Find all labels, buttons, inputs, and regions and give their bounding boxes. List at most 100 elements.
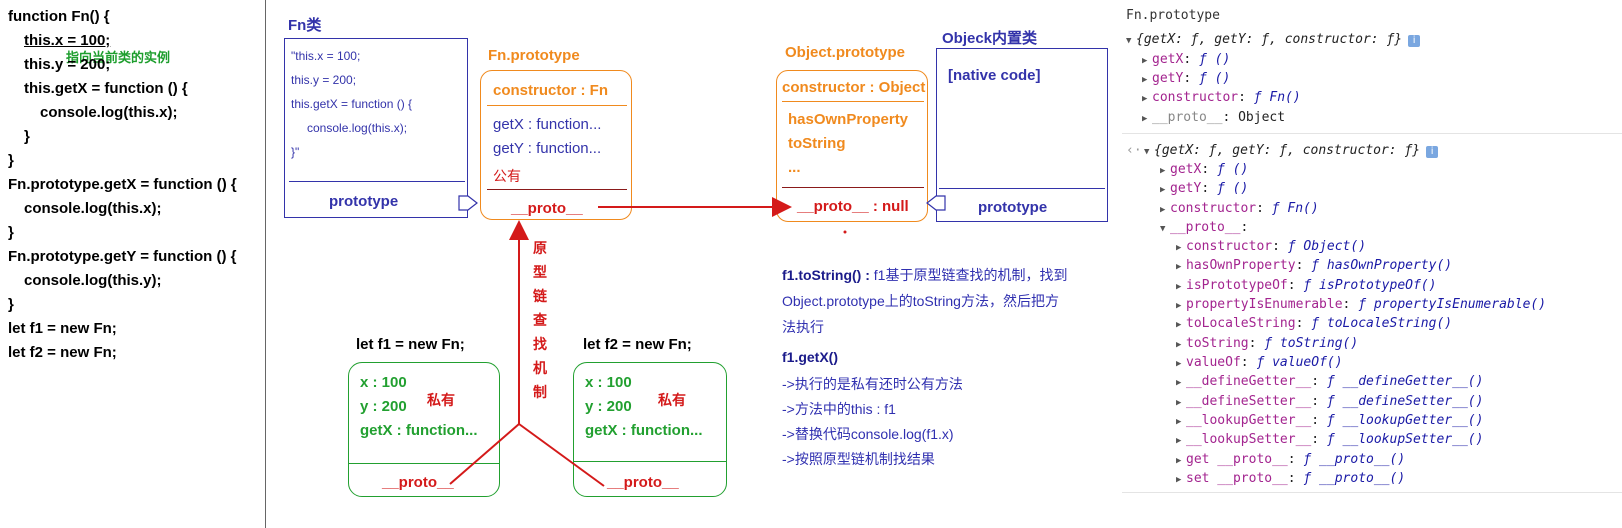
console-prop-row[interactable]: ▶ __defineGetter__: ƒ __defineGetter__() [1176,374,1483,389]
prop-key: isPrototypeOf [1186,278,1288,293]
prop-key: constructor [1170,201,1257,216]
console-prop-row[interactable]: ▶ toString: ƒ toString() [1176,336,1358,351]
fn-prototype-pointer [458,195,478,211]
console-prop-row[interactable]: ▶ getX: ƒ () [1142,52,1230,67]
triangle-down-icon[interactable]: ▼ [1160,224,1170,234]
triangle-down-icon[interactable]: ▼ [1126,36,1136,46]
console-input: Fn.prototype [1126,8,1220,23]
prop-value: ƒ toString() [1264,336,1359,351]
tostring-note-title: f1.toString() : [782,267,874,283]
console-prop-row[interactable]: ▼ __proto__: [1160,220,1248,235]
console-object-summary[interactable]: ▼ {getX: ƒ, getY: ƒ, constructor: ƒ} i [1126,32,1421,47]
getx-step: ->替换代码console.log(f1.x) [782,426,954,442]
tostring-note: f1.toString() : f1基于原型链查找的机制，找到 [782,265,1067,285]
tostring-note-text: f1基于原型链查找的机制，找到 [873,267,1068,283]
prop-key: __proto__ [1152,110,1223,125]
prop-value: ƒ () [1216,162,1249,177]
console-prop-row[interactable]: ▶ get __proto__: ƒ __proto__() [1176,452,1405,467]
console-prop-row[interactable]: ▶ getX: ƒ () [1160,162,1248,177]
triangle-right-icon[interactable]: ▶ [1142,94,1152,104]
prop-value: ƒ isPrototypeOf() [1303,278,1437,293]
console-prop-row[interactable]: ▶ getY: ƒ () [1142,71,1230,86]
console-prop-row[interactable]: ▶ hasOwnProperty: ƒ hasOwnProperty() [1176,258,1452,273]
prop-value: ƒ __proto__() [1303,452,1406,467]
prop-key: getY [1152,71,1184,86]
stray-dot [843,230,847,234]
prop-value: ƒ Fn() [1253,90,1301,105]
triangle-right-icon[interactable]: ▶ [1176,301,1186,311]
triangle-right-icon[interactable]: ▶ [1176,475,1186,485]
prop-key: get __proto__ [1186,452,1288,467]
prop-value: ƒ __lookupGetter__() [1326,413,1484,428]
console-prop-row[interactable]: ▶ constructor: ƒ Fn() [1160,201,1319,216]
prop-key: __defineGetter__ [1186,374,1312,389]
devtools-console: Fn.prototype ▼ {getX: ƒ, getY: ƒ, constru… [1122,0,1622,528]
console-prop-row[interactable]: ▶ getY: ƒ () [1160,181,1248,196]
summary-text: {getX: ƒ, getY: ƒ, constructor: ƒ} [1136,32,1403,47]
prop-key: toString [1186,336,1249,351]
prop-key: constructor [1152,90,1239,105]
console-divider [1122,133,1622,134]
prop-value: ƒ __defineSetter__() [1326,394,1484,409]
info-icon[interactable]: i [1408,35,1421,47]
prop-value: ƒ __defineGetter__() [1326,374,1484,389]
console-prop-row[interactable]: ▶ set __proto__: ƒ __proto__() [1176,471,1405,486]
triangle-right-icon[interactable]: ▶ [1142,56,1152,66]
prop-value: ƒ propertyIsEnumerable() [1358,297,1547,312]
triangle-right-icon[interactable]: ▶ [1160,205,1170,215]
triangle-right-icon[interactable]: ▶ [1176,359,1186,369]
console-prop-row[interactable]: ▶ __lookupSetter__: ƒ __lookupSetter__() [1176,432,1483,447]
console-prop-row[interactable]: ▶ __defineSetter__: ƒ __defineSetter__() [1176,394,1483,409]
triangle-right-icon[interactable]: ▶ [1176,436,1186,446]
prop-value: ƒ () [1198,71,1231,86]
prop-key: __defineSetter__ [1186,394,1312,409]
object-prototype-pointer [926,195,946,211]
tostring-note-line: Object.prototype上的toString方法，然后把方 [782,293,1059,309]
console-prop-row[interactable]: ▶ __proto__: Object [1142,110,1285,125]
f1-proto-link [449,423,520,485]
console-prop-row[interactable]: ▶ constructor: ƒ Fn() [1142,90,1301,105]
console-prop-row[interactable]: ▶ propertyIsEnumerable: ƒ propertyIsEnume… [1176,297,1546,312]
console-prop-row[interactable]: ▶ __lookupGetter__: ƒ __lookupGetter__() [1176,413,1483,428]
prop-value: ƒ __proto__() [1303,471,1406,486]
summary-text: {getX: ƒ, getY: ƒ, constructor: ƒ} [1154,143,1421,158]
console-prop-row[interactable]: ▶ constructor: ƒ Object() [1176,239,1366,254]
console-prop-row[interactable]: ▶ isPrototypeOf: ƒ isPrototypeOf() [1176,278,1436,293]
triangle-right-icon[interactable]: ▶ [1142,114,1152,124]
triangle-right-icon[interactable]: ▶ [1176,243,1186,253]
prop-value: ƒ () [1198,52,1231,67]
console-divider [1122,492,1622,493]
triangle-right-icon[interactable]: ▶ [1176,320,1186,330]
triangle-right-icon[interactable]: ▶ [1176,417,1186,427]
prop-value: ƒ toLocaleString() [1311,316,1453,331]
triangle-right-icon[interactable]: ▶ [1160,185,1170,195]
triangle-right-icon[interactable]: ▶ [1160,166,1170,176]
triangle-right-icon[interactable]: ▶ [1142,75,1152,85]
return-arrow-icon: ‹· [1126,143,1142,158]
triangle-right-icon[interactable]: ▶ [1176,378,1186,388]
triangle-right-icon[interactable]: ▶ [1176,340,1186,350]
console-prop-row[interactable]: ▶ toLocaleString: ƒ toLocaleString() [1176,316,1452,331]
getx-step: ->按照原型链机制找结果 [782,451,935,467]
getx-step: ->执行的是私有还时公有方法 [782,376,963,392]
prop-value: ƒ Fn() [1271,201,1319,216]
triangle-right-icon[interactable]: ▶ [1176,398,1186,408]
prop-key: __lookupGetter__ [1186,413,1312,428]
prop-value: ƒ valueOf() [1256,355,1343,370]
triangle-right-icon[interactable]: ▶ [1176,456,1186,466]
triangle-down-icon[interactable]: ▼ [1144,147,1154,157]
prop-key: __lookupSetter__ [1186,432,1312,447]
f2-proto-link [518,423,605,487]
prop-key: set __proto__ [1186,471,1288,486]
triangle-right-icon[interactable]: ▶ [1176,282,1186,292]
prop-key: hasOwnProperty [1186,258,1296,273]
info-icon[interactable]: i [1426,146,1439,158]
prop-key: __proto__ [1170,220,1241,235]
console-object-summary[interactable]: ▼ {getX: ƒ, getY: ƒ, constructor: ƒ} i [1144,143,1439,158]
prop-value: ƒ () [1216,181,1249,196]
console-prop-row[interactable]: ▶ valueOf: ƒ valueOf() [1176,355,1343,370]
prop-key: valueOf [1186,355,1241,370]
triangle-right-icon[interactable]: ▶ [1176,262,1186,272]
prop-key: getX [1152,52,1184,67]
prop-key: getY [1170,181,1202,196]
